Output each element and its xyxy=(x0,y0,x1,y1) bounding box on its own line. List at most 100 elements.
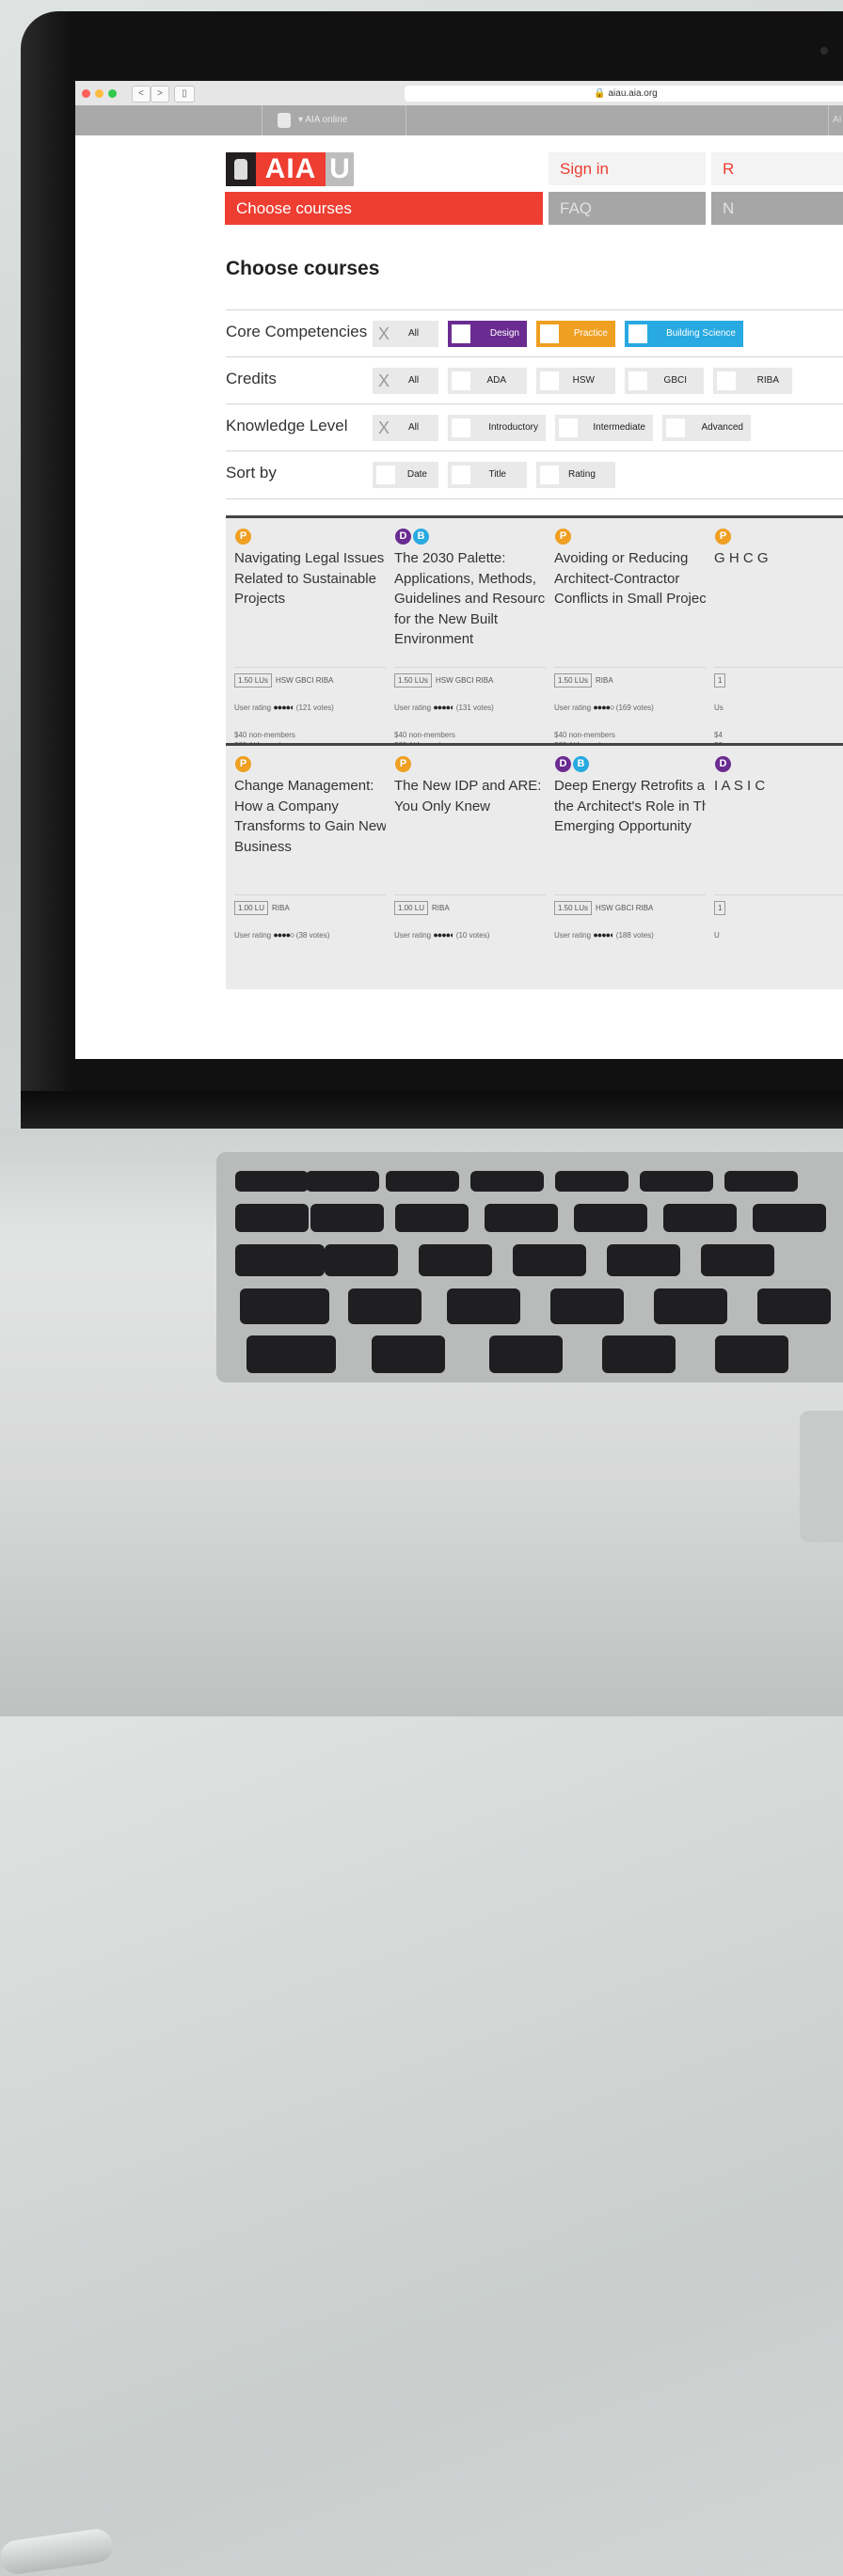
checkbox[interactable] xyxy=(452,466,470,484)
filter-ada[interactable]: ADA xyxy=(448,368,527,394)
learning-units: 1.50 LUs xyxy=(554,901,593,915)
course-card[interactable]: P The New IDP and ARE: If You Only Knew 1.… xyxy=(386,743,566,989)
credits-info: 1 xyxy=(714,901,729,915)
keyboard-key xyxy=(485,1204,558,1232)
filter-design[interactable]: Design xyxy=(448,321,527,347)
cable xyxy=(0,2526,115,2576)
competency-badges: P xyxy=(715,527,733,545)
filter-credits-all[interactable]: X All xyxy=(373,368,438,394)
sort-date[interactable]: Date xyxy=(373,462,438,488)
course-title[interactable]: Change Management: How a Company Transfo… xyxy=(234,776,404,857)
nav-register[interactable]: R xyxy=(711,152,843,185)
filter-introductory[interactable]: Introductory xyxy=(448,415,546,441)
course-title[interactable]: Avoiding or Reducing Architect-Contracto… xyxy=(554,548,724,609)
learning-units: 1.00 LU xyxy=(234,901,269,915)
sort-rating[interactable]: Rating xyxy=(536,462,615,488)
checkbox[interactable] xyxy=(540,324,559,343)
credits-info: 1.50 LUs HSW GBCI RIBA xyxy=(394,673,493,687)
nav-more[interactable]: N xyxy=(711,192,843,225)
nav-choose-courses[interactable]: Choose courses xyxy=(225,192,543,225)
filter-core-all[interactable]: X All xyxy=(373,321,438,347)
course-title[interactable]: Deep Energy Retrofits and the Architect'… xyxy=(554,776,724,837)
sidebar-toggle-icon[interactable]: ▯ xyxy=(174,86,195,103)
filter-practice[interactable]: Practice xyxy=(536,321,615,347)
checkbox[interactable] xyxy=(628,371,647,390)
course-card[interactable]: PG H C G1Us $4$2 xyxy=(706,515,843,762)
divider xyxy=(714,667,843,668)
filter-building-science[interactable]: Building Science xyxy=(625,321,743,347)
user-rating: U xyxy=(714,930,720,940)
credit-types: RIBA xyxy=(596,676,613,685)
filter-label: Knowledge Level xyxy=(226,417,348,435)
credit-types: RIBA xyxy=(432,904,450,912)
aia-global-bar: ▾ AIA online AI xyxy=(75,105,843,135)
rating-label: User rating xyxy=(394,703,432,712)
course-card[interactable]: D B The 2030 Palette: Applications, Method… xyxy=(386,515,566,762)
keyboard-key xyxy=(348,1288,422,1324)
learning-units: 1 xyxy=(714,901,726,915)
close-window-icon[interactable] xyxy=(82,89,90,98)
learning-units: 1.50 LUs xyxy=(394,673,433,687)
keyboard-key xyxy=(489,1335,563,1373)
aia-logo-icon xyxy=(278,113,291,128)
checkbox[interactable] xyxy=(376,466,395,484)
course-card[interactable]: D B Deep Energy Retrofits and the Architec… xyxy=(546,743,726,989)
address-bar[interactable]: 🔒 aiau.aia.org xyxy=(405,86,843,102)
credit-types: HSW GBCI RIBA xyxy=(276,676,334,685)
credit-types: RIBA xyxy=(272,904,290,912)
filter-hsw[interactable]: HSW xyxy=(536,368,615,394)
checkbox[interactable] xyxy=(452,371,470,390)
divider xyxy=(234,667,398,668)
maximize-window-icon[interactable] xyxy=(108,89,117,98)
aia-eagle-icon xyxy=(226,152,256,186)
filter-riba[interactable]: RIBA xyxy=(713,368,792,394)
course-card[interactable]: P Change Management: How a Company Transf… xyxy=(226,743,406,989)
course-card[interactable]: P Avoiding or Reducing Architect-Contract… xyxy=(546,515,726,762)
divider xyxy=(714,894,843,895)
nav-faq[interactable]: FAQ xyxy=(549,192,706,225)
filter-gbci[interactable]: GBCI xyxy=(625,368,704,394)
checkbox[interactable] xyxy=(540,371,559,390)
filter-advanced[interactable]: Advanced xyxy=(662,415,751,441)
divider xyxy=(394,894,558,895)
sort-title[interactable]: Title xyxy=(448,462,527,488)
checkbox[interactable] xyxy=(628,324,647,343)
course-title[interactable]: G H C G xyxy=(714,548,843,569)
course-title[interactable]: I A S I C xyxy=(714,776,843,797)
checkbox[interactable] xyxy=(452,419,470,437)
practice-badge: P xyxy=(715,529,731,545)
keyboard-key xyxy=(555,1171,628,1192)
forward-button[interactable]: > xyxy=(151,86,169,103)
aia-online-menu[interactable]: ▾ AIA online xyxy=(262,105,406,135)
course-title[interactable]: Navigating Legal Issues Related to Susta… xyxy=(234,548,404,609)
user-rating: Us xyxy=(714,703,724,712)
sort-by: Sort by Date Title Rating xyxy=(226,450,843,499)
competency-badges: P xyxy=(395,754,413,772)
course-card[interactable]: P Navigating Legal Issues Related to Sust… xyxy=(226,515,406,762)
back-button[interactable]: < xyxy=(132,86,151,103)
checkbox[interactable] xyxy=(717,371,736,390)
competency-badges: DB xyxy=(395,527,431,545)
keyboard-key xyxy=(372,1335,445,1373)
price-nonmembers: $40 non-members xyxy=(394,731,455,739)
keyboard-key xyxy=(386,1171,459,1192)
filter-knowledge-all[interactable]: X All xyxy=(373,415,438,441)
price-nonmembers: $40 non-members xyxy=(234,731,295,739)
course-title[interactable]: The New IDP and ARE: If You Only Knew xyxy=(394,776,564,816)
checkbox[interactable] xyxy=(540,466,559,484)
price-nonmembers: $4 xyxy=(714,731,723,739)
checkbox[interactable] xyxy=(559,419,578,437)
course-title[interactable]: The 2030 Palette: Applications, Methods,… xyxy=(394,548,564,650)
checkbox[interactable] xyxy=(452,324,470,343)
rating-label: U xyxy=(714,931,720,940)
course-card[interactable]: D I A S I C 1 U xyxy=(706,743,843,989)
browser-toolbar: < > ▯ 🔒 aiau.aia.org xyxy=(75,81,843,106)
rating-stars: ●●●●◐ xyxy=(593,930,614,940)
filter-label: Core Competencies xyxy=(226,323,368,340)
minimize-window-icon[interactable] xyxy=(95,89,103,98)
filter-intermediate[interactable]: Intermediate xyxy=(555,415,653,441)
keyboard-key xyxy=(701,1244,774,1276)
checkbox[interactable] xyxy=(666,419,685,437)
nav-sign-in[interactable]: Sign in xyxy=(549,152,706,185)
aia-bar-right-item[interactable]: AI xyxy=(828,105,843,135)
